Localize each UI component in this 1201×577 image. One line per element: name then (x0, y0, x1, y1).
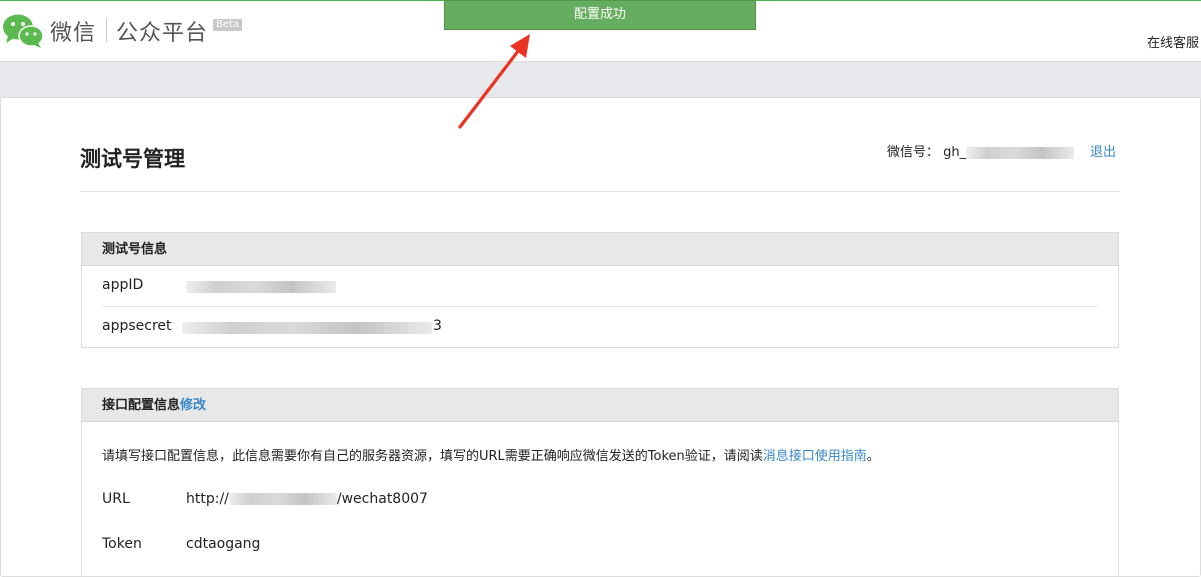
appid-row: appID (102, 277, 336, 293)
description-end: 。 (866, 449, 880, 464)
url-row: URL http:// /wechat8007 (102, 491, 428, 507)
token-label: Token (102, 536, 142, 552)
online-service-link[interactable]: 在线客服 (1147, 32, 1199, 51)
row-divider (102, 306, 1098, 307)
url-value: http:// /wechat8007 (186, 491, 428, 507)
test-account-info-box: 测试号信息 appID appsecret 3 (81, 232, 1119, 348)
blurred-appsecret-value (182, 322, 432, 334)
interface-config-description: 请填写接口配置信息，此信息需要你有自己的服务器资源，填写的URL需要正确响应微信… (102, 445, 880, 464)
blurred-url-host (228, 493, 337, 505)
brand-divider (106, 18, 107, 42)
account-label: 微信号： (887, 145, 940, 160)
interface-config-heading: 接口配置信息修改 (82, 389, 1118, 422)
url-prefix: http:// (186, 491, 229, 507)
account-info: 微信号： gh_ (887, 141, 1075, 160)
test-account-info-heading: 测试号信息 (82, 233, 1118, 266)
token-value: cdtaogang (186, 536, 261, 552)
title-divider (80, 191, 1119, 192)
beta-badge: Beta (213, 19, 243, 31)
blurred-appid-value (186, 281, 336, 293)
appsecret-row: appsecret 3 (102, 318, 442, 334)
appsecret-visible-tail: 3 (433, 318, 442, 334)
page-title: 测试号管理 (80, 147, 185, 171)
interface-config-title: 接口配置信息 (102, 398, 181, 413)
description-text: 请填写接口配置信息，此信息需要你有自己的服务器资源，填写的URL需要正确响应微信… (102, 449, 763, 464)
appid-label: appID (102, 277, 144, 293)
account-id-prefix: gh_ (943, 145, 967, 160)
modify-link[interactable]: 修改 (180, 398, 206, 413)
wechat-logo-icon (3, 14, 44, 48)
header-grey-band (0, 61, 1201, 101)
brand-official-platform: 公众平台 (116, 21, 209, 46)
token-row: Token cdtaogang (102, 536, 260, 552)
logout-link[interactable]: 退出 (1090, 141, 1116, 160)
red-annotation-arrow (458, 34, 530, 129)
interface-config-box: 接口配置信息修改 请填写接口配置信息，此信息需要你有自己的服务器资源，填写的UR… (81, 388, 1119, 577)
url-label: URL (102, 491, 130, 507)
success-toast: 配置成功 (444, 0, 756, 30)
url-suffix: /wechat8007 (336, 491, 428, 507)
blurred-account-id (966, 146, 1075, 159)
appsecret-label: appsecret (102, 318, 172, 334)
message-api-guide-link[interactable]: 消息接口使用指南 (763, 449, 867, 464)
brand-wechat: 微信 (50, 21, 97, 46)
